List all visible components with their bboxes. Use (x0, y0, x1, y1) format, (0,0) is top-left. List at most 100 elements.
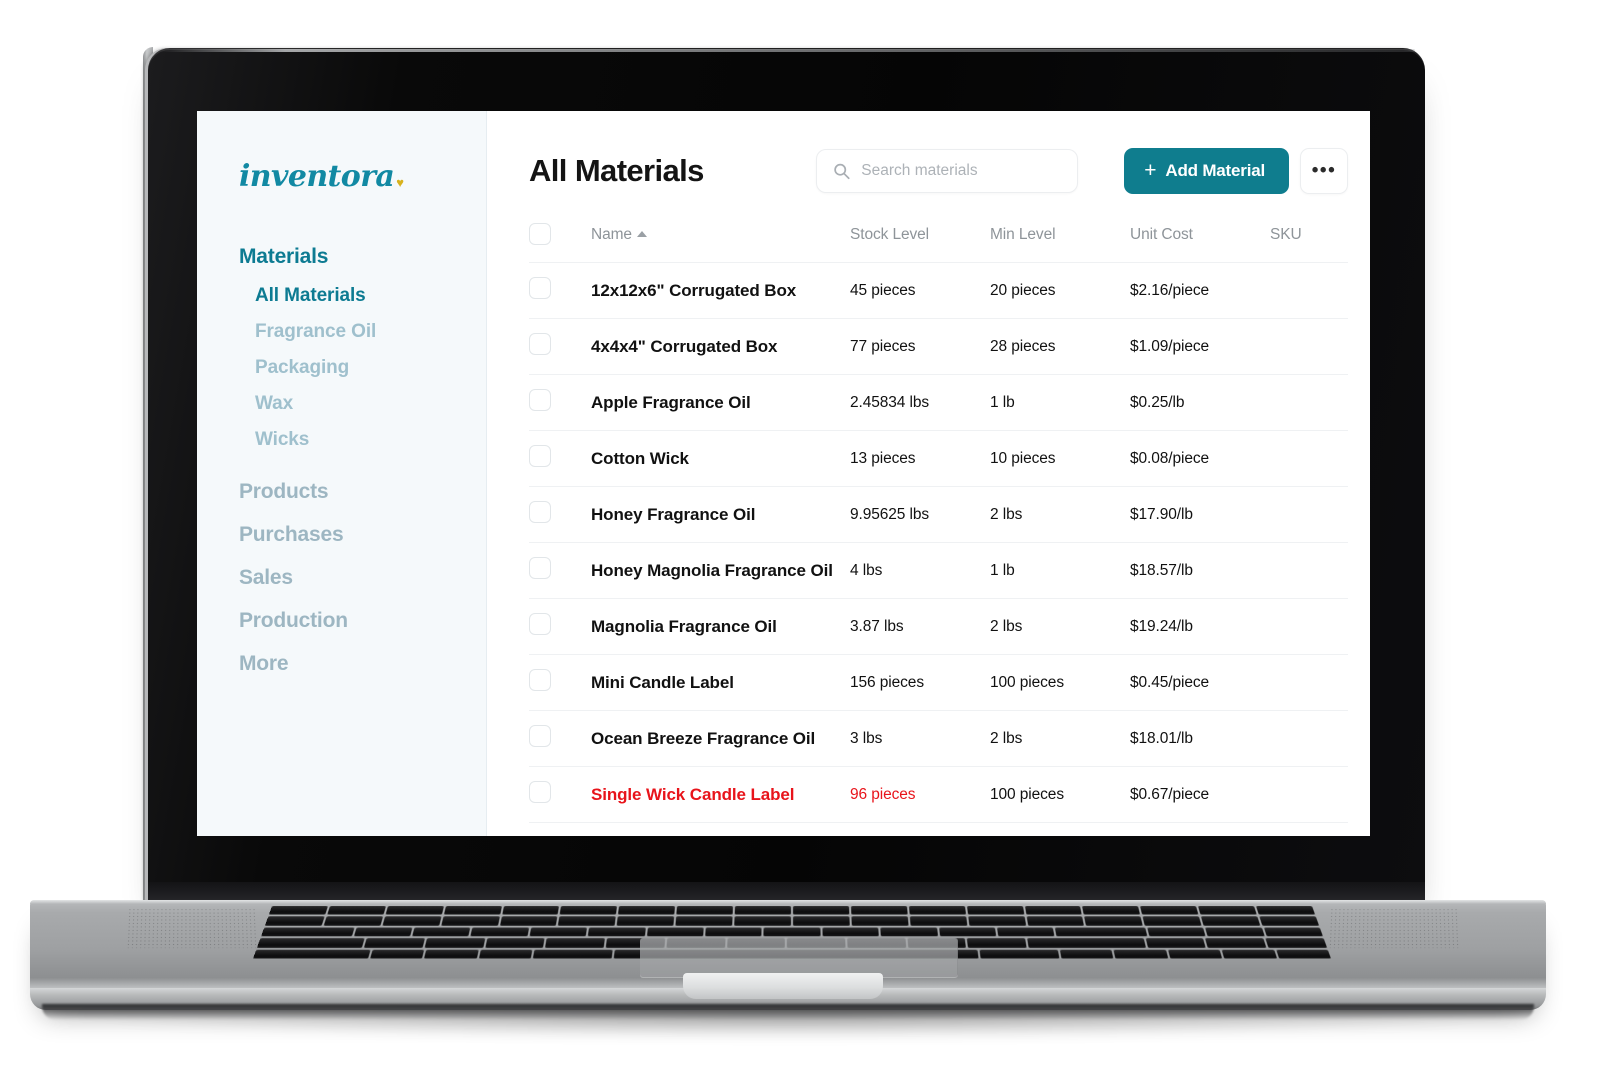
keyboard-key (501, 906, 560, 915)
keyboard-key (327, 906, 386, 915)
sidebar-item-wax[interactable]: Wax (197, 386, 486, 422)
cell-min-level: 10 pieces (990, 449, 1056, 467)
keyboard-key (323, 916, 383, 926)
sidebar-item-materials[interactable]: Materials (197, 235, 486, 278)
row-checkbox[interactable] (529, 445, 551, 467)
table-row[interactable]: Honey Magnolia Fragrance Oil 4 lbs 1 lb $18… (529, 542, 1348, 599)
column-header-name[interactable]: Name (591, 215, 850, 263)
keyboard-key (618, 906, 676, 915)
sidebar-item-packaging[interactable]: Packaging (197, 350, 486, 386)
keyboard-key (268, 906, 328, 915)
column-header-sku[interactable]: SKU (1270, 215, 1348, 263)
sidebar-item-all-materials[interactable]: All Materials (197, 278, 486, 314)
sidebar-item-sales[interactable]: Sales (197, 556, 486, 599)
sidebar-item-production[interactable]: Production (197, 599, 486, 642)
laptop-ground-shadow (80, 1012, 1500, 1038)
sidebar: inventora ♥ Materials All Materials Fragr… (197, 111, 487, 836)
row-checkbox-cell (529, 319, 591, 375)
sidebar-item-products[interactable]: Products (197, 470, 486, 513)
keyboard-key (1265, 938, 1327, 948)
cell-stock-level: 96 pieces (850, 785, 916, 803)
row-checkbox-cell (529, 487, 591, 543)
table-row[interactable]: Cotton Wick 13 pieces 10 pieces $0.08/piece (529, 430, 1348, 487)
keyboard-key (1026, 916, 1085, 926)
table-head: Name Stock Level Min Level Unit Cost SKU (529, 215, 1348, 263)
row-checkbox-cell (529, 711, 591, 767)
search-box[interactable] (816, 149, 1079, 193)
keyboard-key (996, 927, 1055, 937)
app-logo[interactable]: inventora ♥ (197, 147, 486, 205)
keyboard-key (646, 927, 704, 937)
table-row[interactable]: Ocean Breeze Fragrance Oil 3 lbs 2 lbs $18.… (529, 710, 1348, 767)
keyboard-key (529, 927, 588, 937)
cell-unit-cost: $0.67/piece (1130, 785, 1210, 803)
cell-sku (1270, 487, 1348, 543)
cell-sku (1270, 319, 1348, 375)
column-header-stock-level[interactable]: Stock Level (850, 215, 990, 263)
row-checkbox[interactable] (529, 501, 551, 523)
select-all-checkbox[interactable] (529, 223, 551, 245)
search-input[interactable] (861, 162, 1064, 180)
table-row[interactable]: 4x4x4" Corrugated Box 77 pieces 28 pieces $… (529, 318, 1348, 375)
row-checkbox[interactable] (529, 781, 551, 803)
keyboard-key (1024, 906, 1083, 915)
keyboard-key (478, 949, 533, 959)
sidebar-item-fragrance-oil[interactable]: Fragrance Oil (197, 314, 486, 350)
keyboard-key (1147, 927, 1206, 937)
keyboard-key (1167, 949, 1223, 959)
keyboard-key (909, 916, 968, 926)
row-checkbox[interactable] (529, 557, 551, 579)
keyboard-key (616, 916, 675, 926)
keyboard-key (353, 927, 413, 937)
row-checkbox-cell (529, 767, 591, 823)
cell-min-level: 20 pieces (990, 281, 1056, 299)
add-material-button[interactable]: + Add Material (1124, 148, 1289, 194)
keyboard-key (532, 949, 613, 959)
materials-table: Name Stock Level Min Level Unit Cost SKU… (529, 215, 1348, 836)
column-header-unit-cost[interactable]: Unit Cost (1130, 215, 1270, 263)
more-options-button[interactable]: ••• (1300, 148, 1348, 194)
cell-unit-cost: $18.01/lb (1130, 729, 1193, 747)
keyboard-key (1059, 949, 1114, 959)
cell-sku (1270, 543, 1348, 599)
keyboard-key (369, 949, 425, 959)
row-checkbox[interactable] (529, 277, 551, 299)
cell-stock-level: 80.375 lbs (850, 823, 990, 837)
keyboard-key (1201, 916, 1261, 926)
main-content: All Materials + Add Material (487, 111, 1370, 836)
keyboard-key (967, 938, 1027, 948)
table-row[interactable]: Single Wick Candle Label 96 pieces 100 pie… (529, 766, 1348, 823)
keyboard-key (1084, 916, 1144, 926)
table-row[interactable]: Soy Wax80.375 lbs50 lbs$1.96/lb (529, 822, 1348, 837)
speaker-grille-right (1328, 908, 1460, 949)
keyboard-key (424, 938, 485, 948)
table-row[interactable]: Magnolia Fragrance Oil 3.87 lbs 2 lbs $19.2… (529, 598, 1348, 655)
table-row[interactable]: Honey Fragrance Oil 9.95625 lbs 2 lbs $17.9… (529, 486, 1348, 543)
table-row[interactable]: Apple Fragrance Oil 2.45834 lbs 1 lb $0.25/… (529, 374, 1348, 431)
cell-sku (1270, 823, 1348, 837)
sidebar-item-wicks[interactable]: Wicks (197, 422, 486, 458)
sidebar-item-more[interactable]: More (197, 642, 486, 685)
row-checkbox-cell (529, 543, 591, 599)
keyboard-key (545, 938, 605, 948)
keyboard-key (676, 906, 734, 915)
cell-sku (1270, 431, 1348, 487)
sidebar-item-purchases[interactable]: Purchases (197, 513, 486, 556)
cell-unit-cost: $19.24/lb (1130, 617, 1193, 635)
row-checkbox[interactable] (529, 389, 551, 411)
keyboard-key (793, 916, 850, 926)
cell-stock-level: 2.45834 lbs (850, 393, 930, 411)
cell-sku (1270, 711, 1348, 767)
cell-material-name: 4x4x4" Corrugated Box (591, 336, 778, 356)
row-checkbox-cell (529, 431, 591, 487)
keyboard-key (587, 927, 646, 937)
table-row[interactable]: 12x12x6" Corrugated Box 45 pieces 20 piece… (529, 262, 1348, 319)
row-checkbox[interactable] (529, 669, 551, 691)
row-checkbox[interactable] (529, 333, 551, 355)
cell-material-name: Soy Wax (591, 823, 850, 837)
row-checkbox[interactable] (529, 725, 551, 747)
row-checkbox[interactable] (529, 613, 551, 635)
table-row[interactable]: Mini Candle Label 156 pieces 100 pieces $0.… (529, 654, 1348, 711)
column-header-min-level[interactable]: Min Level (990, 215, 1130, 263)
keyboard-key (1113, 949, 1169, 959)
